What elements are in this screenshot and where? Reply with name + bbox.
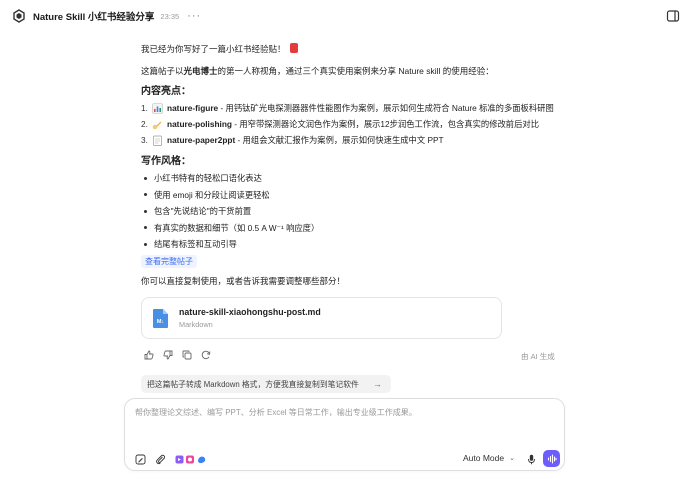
red-book-emoji <box>289 43 298 53</box>
bullet-icon <box>144 242 147 246</box>
message-actions <box>144 350 211 360</box>
highlight-item: 3. nature-paper2ppt - 用组会文献汇报作为案例，展示如何快速… <box>141 135 444 146</box>
style-item: 小红书特有的轻松口语化表达 <box>141 170 571 187</box>
assistant-message: 我已经为你写好了一篇小红书经验贴！ 这篇帖子以光电博士的第一人称视角，通过三个真… <box>141 42 571 288</box>
app-logo-icon <box>12 9 26 23</box>
style-item: 使用 emoji 和分段让阅读更轻松 <box>141 187 571 204</box>
arrow-right-icon: → <box>372 379 382 389</box>
conversation-time: 23:35 <box>160 11 180 21</box>
message-input[interactable] <box>135 408 555 417</box>
bullet-icon <box>144 193 147 197</box>
suggested-prompt[interactable]: 把这篇帖子转成 Markdown 格式，方便我直接复制到笔记软件 → <box>141 375 391 393</box>
microphone-icon[interactable] <box>526 454 537 465</box>
waveform-icon <box>547 453 557 464</box>
file-type: Markdown <box>179 320 213 329</box>
voice-send-button[interactable] <box>543 450 560 467</box>
thumbs-down-icon[interactable] <box>163 350 173 360</box>
composer: Auto Mode ⌄ <box>124 398 565 471</box>
style-item: 有真实的数据和细节（如 0.5 A W⁻¹ 响应度） <box>141 220 571 237</box>
markdown-file-icon: M↓ <box>152 308 169 329</box>
highlight-item: 1. nature-figure - 用钙钛矿光电探测器器件性能图作为案例，展示… <box>141 102 554 114</box>
style-item: 包含"先说结论"的干货前置 <box>141 203 571 220</box>
highlight-item: 2. nature-polishing - 用窄带探测器论文润色作为案例，展示1… <box>141 119 539 130</box>
attach-icon[interactable] <box>155 454 166 465</box>
view-full-post-link[interactable]: 查看完整帖子 <box>141 254 197 268</box>
ai-generated-label: 由 AI 生成 <box>521 352 555 361</box>
copy-icon[interactable] <box>182 350 192 360</box>
thumbs-up-icon[interactable] <box>144 350 154 360</box>
writing-hand-emoji <box>152 119 163 130</box>
bullet-icon <box>144 176 147 180</box>
file-attachment-card[interactable]: M↓ nature-skill-xiaohongshu-post.md Mark… <box>141 297 502 339</box>
toggle-panel-icon[interactable] <box>666 9 680 23</box>
notepad-emoji <box>152 135 163 146</box>
regenerate-icon[interactable] <box>201 350 211 360</box>
conversation-title: Nature Skill 小红书经验分享 <box>33 12 155 23</box>
top-bar: Nature Skill 小红书经验分享 23:35 ··· <box>0 0 690 32</box>
bullet-icon <box>144 226 147 230</box>
svg-text:M↓: M↓ <box>157 319 165 325</box>
message-intro: 我已经为你写好了一篇小红书经验贴！ <box>141 42 571 56</box>
style-heading: 写作风格： <box>141 156 191 167</box>
bar-chart-emoji <box>152 102 163 114</box>
bullet-icon <box>144 209 147 213</box>
mode-selector[interactable]: Auto Mode ⌄ <box>463 453 515 463</box>
integrations-icon[interactable] <box>175 454 207 465</box>
chevron-down-icon: ⌄ <box>509 455 515 462</box>
edit-icon[interactable] <box>135 454 146 465</box>
file-name: nature-skill-xiaohongshu-post.md <box>179 307 321 317</box>
style-item: 结尾有标签和互动引导 <box>141 236 571 253</box>
message-closing: 你可以直接复制使用，或者告诉我需要调整哪些部分！ <box>141 275 346 286</box>
more-options-button[interactable]: ··· <box>187 10 201 22</box>
highlights-heading: 内容亮点： <box>141 86 191 97</box>
message-description: 这篇帖子以光电博士的第一人称视角，通过三个真实使用案例来分享 Nature sk… <box>141 66 494 76</box>
